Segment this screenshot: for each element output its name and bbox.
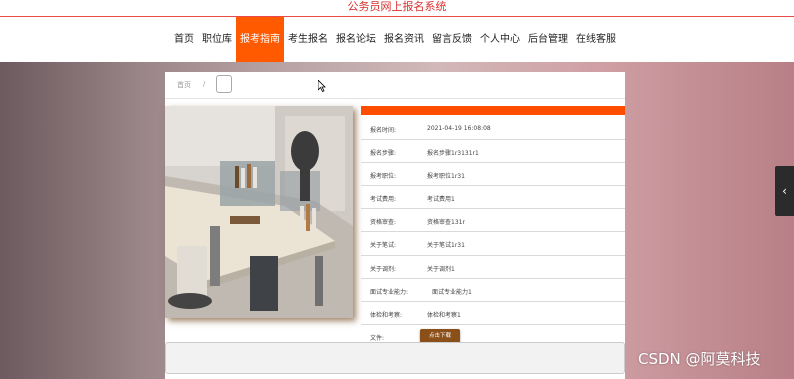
- detail-row: 资格审查: 资格审查131r: [361, 209, 625, 233]
- watermark: CSDN @阿莫科技: [638, 350, 761, 368]
- detail-value: 面试专业能力1: [432, 288, 472, 296]
- detail-label: 报名步骤:: [370, 150, 397, 158]
- detail-value: 考试费用1: [427, 196, 455, 204]
- detail-label: 报名时间:: [370, 127, 397, 134]
- nav-item-home[interactable]: 首页: [170, 17, 198, 62]
- site-title: 公务员网上报名系统: [347, 0, 447, 13]
- detail-label: 资格审查:: [370, 219, 397, 227]
- divider: [165, 98, 625, 99]
- side-panel-toggle[interactable]: ‹: [775, 166, 794, 216]
- detail-label: 面试专业能力:: [370, 288, 409, 296]
- detail-row: 关于笔试: 关于笔试1r31: [361, 232, 625, 256]
- breadcrumb-separator: /: [203, 80, 206, 88]
- breadcrumb: 首页 /: [165, 72, 625, 96]
- mouse-cursor-icon: [318, 80, 326, 92]
- top-bar: 公务员网上报名系统: [0, 0, 794, 17]
- main-nav: 首页 职位库 报考指南 考生报名 报名论坛 报名资讯 留言反馈 个人中心 后台管…: [0, 17, 794, 62]
- detail-row: 体检和考察: 体检和考察1: [361, 302, 625, 325]
- nav-item-news[interactable]: 报名资讯: [380, 17, 428, 62]
- breadcrumb-current: [216, 75, 232, 93]
- breadcrumb-home[interactable]: 首页: [177, 80, 191, 90]
- download-button[interactable]: 点击下载: [420, 328, 460, 343]
- detail-label: 文件:: [370, 334, 385, 342]
- detail-value: 关于调剂1: [427, 265, 455, 273]
- nav-item-register[interactable]: 考生报名: [284, 17, 332, 62]
- detail-header-bar: [361, 106, 625, 115]
- detail-label: 关于调剂:: [370, 265, 397, 273]
- nav-item-positions[interactable]: 职位库: [198, 17, 236, 62]
- comment-area[interactable]: [165, 342, 625, 374]
- office-desk-illustration: [165, 106, 353, 318]
- detail-value: 资格审查131r: [427, 219, 465, 227]
- detail-label: 考试费用:: [370, 196, 397, 204]
- office-desk-image: [165, 106, 353, 318]
- detail-value: 体检和考察1: [427, 311, 461, 319]
- nav-item-feedback[interactable]: 留言反馈: [428, 17, 476, 62]
- nav-item-guide[interactable]: 报考指南: [236, 17, 284, 62]
- content-card: 首页 / 报名时间: 2021-04-19 16:08:08 报名步骤: 报名步…: [165, 72, 625, 379]
- nav-item-admin[interactable]: 后台管理: [524, 17, 572, 62]
- detail-label: 关于笔试:: [370, 242, 397, 250]
- detail-label: 报考职位:: [370, 173, 397, 181]
- detail-value: 关于笔试1r31: [427, 242, 465, 250]
- nav-item-support[interactable]: 在线客服: [572, 17, 620, 62]
- detail-row: 报名步骤: 报名步骤1r3131r1: [361, 140, 625, 164]
- nav-item-forum[interactable]: 报名论坛: [332, 17, 380, 62]
- detail-row: 报考职位: 报考职位1r31: [361, 163, 625, 187]
- detail-row: 关于调剂: 关于调剂1: [361, 256, 625, 279]
- detail-row: 面试专业能力: 面试专业能力1: [361, 279, 625, 302]
- detail-value: 2021-04-19 16:08:08: [427, 125, 491, 132]
- detail-label: 体检和考察:: [370, 311, 403, 319]
- detail-value: 报名步骤1r3131r1: [427, 150, 479, 158]
- guide-detail-list: 报名时间: 2021-04-19 16:08:08 报名步骤: 报名步骤1r31…: [361, 117, 625, 348]
- nav-item-user-center[interactable]: 个人中心: [476, 17, 524, 62]
- detail-value: 报考职位1r31: [427, 173, 465, 181]
- detail-row: 报名时间: 2021-04-19 16:08:08: [361, 117, 625, 141]
- detail-row: 考试费用: 考试费用1: [361, 186, 625, 210]
